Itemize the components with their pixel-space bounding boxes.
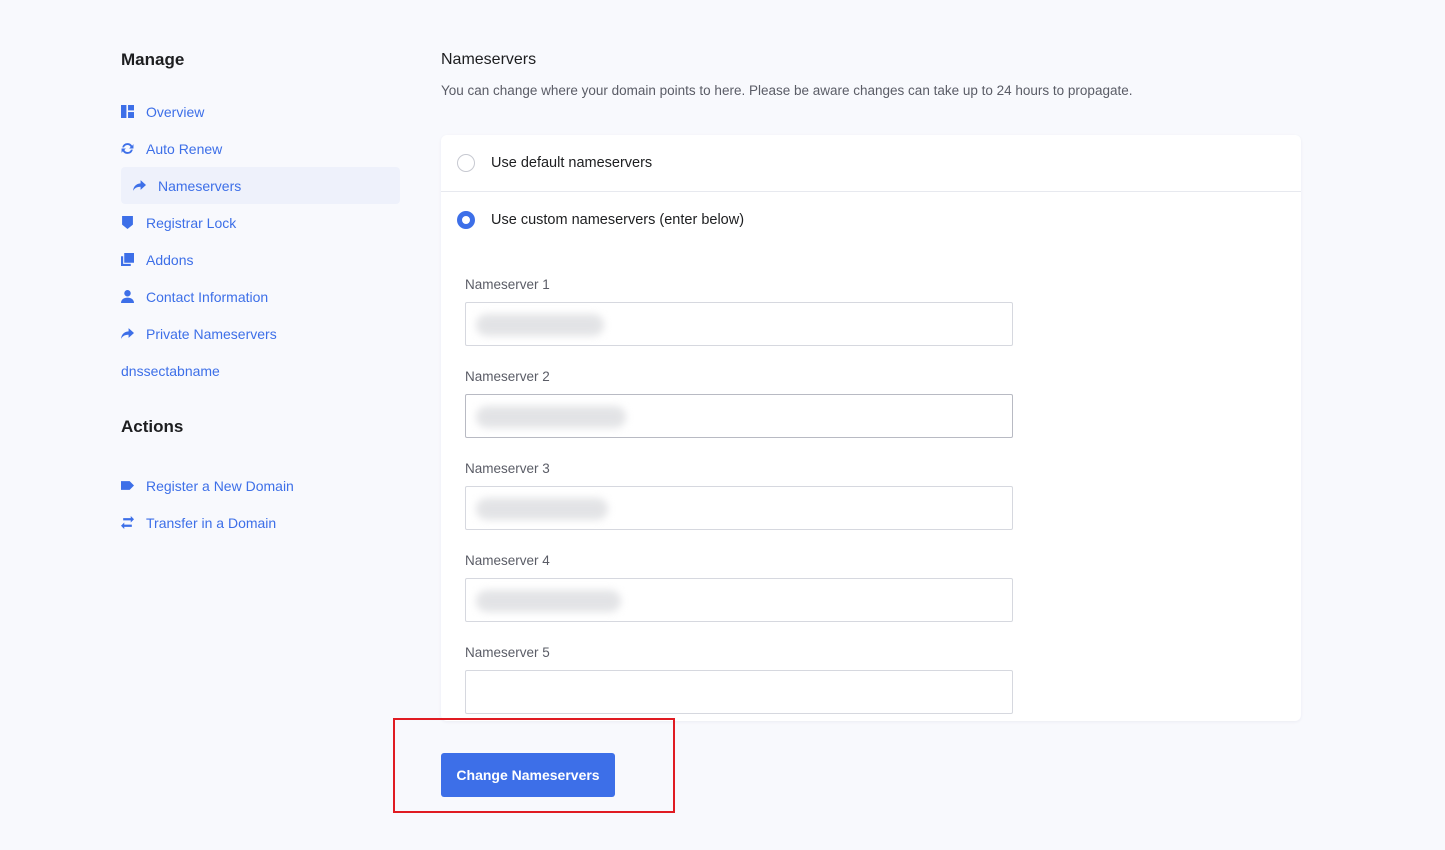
nameserver-5-input[interactable] — [465, 670, 1013, 714]
actions-nav: Register a New Domain Transfer in a Doma… — [121, 467, 401, 541]
sidebar: Manage Overview Auto Renew Nameservers R… — [121, 48, 401, 541]
sidebar-item-register-domain[interactable]: Register a New Domain — [121, 467, 401, 504]
nameserver-2-input[interactable] — [465, 394, 1013, 438]
nameserver-2-label: Nameserver 2 — [465, 369, 550, 384]
default-nameservers-radio[interactable] — [457, 154, 475, 172]
default-nameservers-label: Use default nameservers — [491, 155, 653, 171]
custom-nameservers-radio[interactable] — [457, 210, 475, 229]
addons-icon — [121, 253, 134, 266]
change-nameservers-button[interactable]: Change Nameservers — [441, 753, 615, 797]
default-nameservers-option[interactable]: Use default nameservers — [441, 135, 1301, 191]
main-content: Nameservers You can change where your do… — [393, 48, 1301, 813]
nameserver-3-input[interactable] — [465, 486, 1013, 530]
sidebar-item-label: dnssectabname — [121, 362, 220, 379]
share-arrow-icon — [133, 179, 146, 192]
sidebar-item-registrar-lock[interactable]: Registrar Lock — [121, 204, 401, 241]
custom-nameservers-label: Use custom nameservers (enter below) — [491, 211, 745, 228]
manage-title: Manage — [121, 50, 185, 69]
nameserver-3-label: Nameserver 3 — [465, 461, 550, 476]
redacted-value — [476, 498, 608, 520]
sidebar-item-label: Addons — [146, 251, 194, 268]
sidebar-item-transfer-domain[interactable]: Transfer in a Domain — [121, 504, 401, 541]
tag-icon — [121, 479, 134, 492]
custom-nameservers-option[interactable]: Use custom nameservers (enter below) — [441, 191, 1301, 247]
page-title: Nameservers — [441, 51, 537, 68]
nameserver-fields: Nameserver 1 Nameserver 2 Nameserver 3 N… — [441, 247, 1301, 714]
user-icon — [121, 290, 134, 303]
dashboard-icon — [121, 105, 134, 118]
nameserver-1-label: Nameserver 1 — [465, 277, 550, 292]
sidebar-item-label: Registrar Lock — [146, 214, 237, 231]
sidebar-item-auto-renew[interactable]: Auto Renew — [121, 130, 401, 167]
nameservers-card: Use default nameservers Use custom names… — [441, 135, 1301, 721]
sidebar-item-label: Overview — [146, 103, 205, 120]
sidebar-item-label: Transfer in a Domain — [146, 514, 277, 531]
sidebar-item-label: Auto Renew — [146, 140, 223, 157]
redacted-value — [476, 314, 604, 336]
nameserver-4-label: Nameserver 4 — [465, 553, 550, 568]
nameserver-5-label: Nameserver 5 — [465, 645, 550, 660]
sidebar-item-label: Nameservers — [158, 177, 242, 194]
sidebar-item-private-nameservers[interactable]: Private Nameservers — [121, 315, 401, 352]
exchange-icon — [121, 516, 134, 529]
sidebar-item-overview[interactable]: Overview — [121, 93, 401, 130]
redacted-value — [476, 590, 621, 612]
sidebar-item-addons[interactable]: Addons — [121, 241, 401, 278]
sidebar-item-contact-information[interactable]: Contact Information — [121, 278, 401, 315]
page-description: You can change where your domain points … — [441, 83, 1133, 98]
nameserver-1-input[interactable] — [465, 302, 1013, 346]
actions-title: Actions — [121, 417, 184, 436]
redacted-value — [476, 406, 626, 428]
sidebar-item-nameservers[interactable]: Nameservers — [121, 167, 400, 204]
sidebar-item-label: Private Nameservers — [146, 325, 277, 342]
share-arrow-icon — [121, 327, 134, 340]
manage-nav: Overview Auto Renew Nameservers Registra… — [121, 93, 401, 389]
sidebar-item-dnssec[interactable]: dnssectabname — [121, 352, 401, 389]
sync-icon — [121, 142, 134, 155]
sidebar-item-label: Contact Information — [146, 288, 269, 305]
nameserver-4-input[interactable] — [465, 578, 1013, 622]
shield-icon — [121, 216, 134, 229]
sidebar-item-label: Register a New Domain — [146, 477, 294, 494]
